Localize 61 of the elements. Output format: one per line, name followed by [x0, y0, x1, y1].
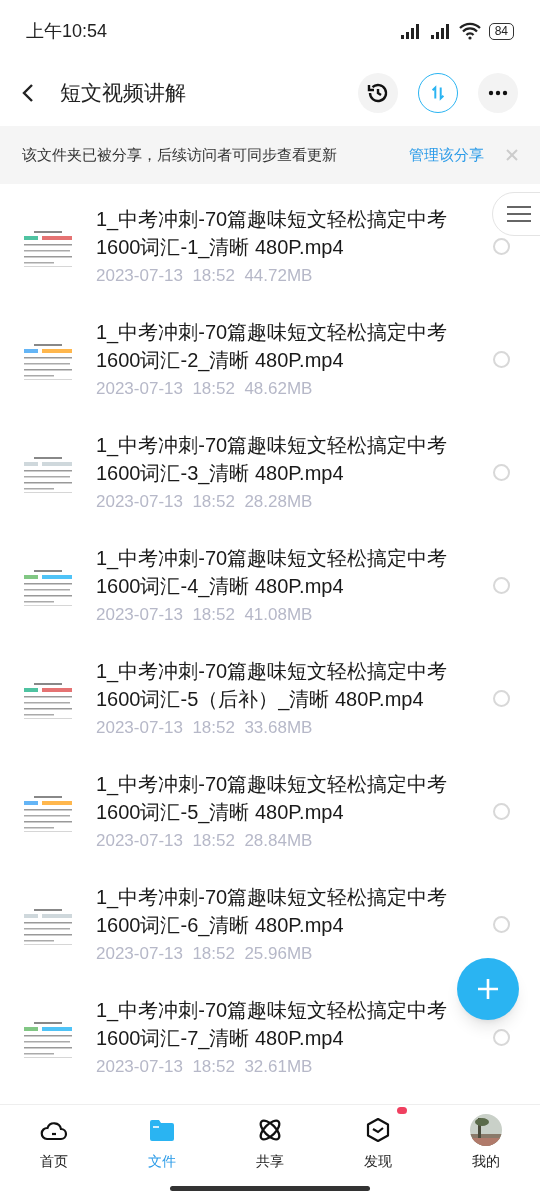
file-name: 1_中考冲刺-70篇趣味短文轻松搞定中考1600词汇-2_清晰 480P.mp4: [96, 319, 449, 374]
menu-icon: [507, 205, 531, 223]
more-button[interactable]: [478, 73, 518, 113]
file-meta: 2023-07-13 18:52 44.72MB: [96, 264, 314, 287]
file-row[interactable]: 1_中考冲刺-70篇趣味短文轻松搞定中考1600词汇-1_清晰 480P.mp4 2023-07-13 18:52 44.72MB: [0, 190, 540, 303]
file-row[interactable]: 1_中考冲刺-70篇趣味短文轻松搞定中考1600词汇-5（后补）_清晰 480P.mp4 2023-07-13 18:52 33.68MB: [0, 642, 540, 755]
file-name: 1_中考冲刺-70篇趣味短文轻松搞定中考1600词汇-5（后补）_清晰 480P.mp4: [96, 658, 449, 713]
file-row[interactable]: 1_中考冲刺-70篇趣味短文轻松搞定中考1600词汇-4_清晰 480P.mp4 2023-07-13 18:52 41.08MB: [0, 529, 540, 642]
select-radio[interactable]: [493, 916, 510, 933]
sort-icon: [429, 84, 447, 102]
file-meta: 2023-07-13 18:52 41.08MB: [96, 603, 314, 626]
wifi-icon: [458, 22, 481, 40]
file-meta: 2023-07-13 18:52 25.96MB: [96, 942, 314, 965]
file-name: 1_中考冲刺-70篇趣味短文轻松搞定中考1600词汇-4_清晰 480P.mp4: [96, 545, 449, 600]
select-radio[interactable]: [493, 351, 510, 368]
plus-icon: [476, 977, 500, 1001]
file-meta: 2023-07-13 18:52 32.61MB: [96, 1055, 314, 1078]
file-name: 1_中考冲刺-70篇趣味短文轻松搞定中考1600词汇-1_清晰 480P.mp4: [96, 206, 449, 261]
file-name: 1_中考冲刺-70篇趣味短文轻松搞定中考1600词汇-6_清晰 480P.mp4: [96, 884, 449, 939]
nav-label: 首页: [40, 1152, 68, 1171]
file-row[interactable]: 1_中考冲刺-70篇趣味短文轻松搞定中考1600词汇-3_清晰 480P.mp4 2023-07-13 18:52 28.28MB: [0, 416, 540, 529]
select-radio[interactable]: [493, 238, 510, 255]
file-row[interactable]: 1_中考冲刺-70篇趣味短文轻松搞定中考1600词汇-7_清晰 480P.mp4 2023-07-13 18:52 32.61MB: [0, 981, 540, 1094]
select-radio[interactable]: [493, 464, 510, 481]
nav-label: 发现: [364, 1152, 392, 1171]
menu-button[interactable]: [492, 192, 540, 236]
more-icon: [488, 90, 508, 96]
file-meta: 2023-07-13 18:52 48.62MB: [96, 377, 314, 400]
page-title: 短文视频讲解: [60, 80, 187, 107]
select-radio[interactable]: [493, 803, 510, 820]
file-meta: 2023-07-13 18:52 28.84MB: [96, 829, 314, 852]
nav-label: 共享: [256, 1152, 284, 1171]
file-name: 1_中考冲刺-70篇趣味短文轻松搞定中考1600词汇-7_清晰 480P.mp4: [96, 997, 449, 1052]
select-radio[interactable]: [493, 577, 510, 594]
close-icon[interactable]: [506, 149, 518, 161]
file-meta: 2023-07-13 18:52 33.68MB: [96, 716, 314, 739]
folder-icon: [149, 1118, 175, 1142]
nav-tab[interactable]: 共享: [216, 1105, 324, 1200]
history-button[interactable]: [358, 73, 398, 113]
nav-tab[interactable]: 我的: [432, 1105, 540, 1200]
file-name: 1_中考冲刺-70篇趣味短文轻松搞定中考1600词汇-5_清晰 480P.mp4: [96, 771, 449, 826]
select-radio[interactable]: [493, 690, 510, 707]
banner-text: 该文件夹已被分享，后续访问者可同步查看更新: [22, 144, 338, 165]
file-row[interactable]: 1_中考冲刺-70篇趣味短文轻松搞定中考1600词汇-6_清晰 480P.mp4 2023-07-13 18:52 25.96MB: [0, 868, 540, 981]
battery-indicator: 84: [488, 22, 514, 40]
back-icon: [22, 83, 34, 103]
add-button[interactable]: [457, 958, 519, 1020]
history-icon: [366, 81, 390, 105]
file-meta: 2023-07-13 18:52 28.28MB: [96, 490, 314, 513]
nav-label: 文件: [148, 1152, 176, 1171]
nav-tab[interactable]: 首页: [0, 1105, 108, 1200]
file-row[interactable]: 1_中考冲刺-70篇趣味短文轻松搞定中考1600词汇-5_清晰 480P.mp4 2023-07-13 18:52 28.84MB: [0, 755, 540, 868]
nav-tab[interactable]: 发现: [324, 1105, 432, 1200]
nav-label: 我的: [472, 1152, 500, 1171]
hexagon-clock-icon: [365, 1117, 391, 1143]
select-radio[interactable]: [493, 1029, 510, 1046]
status-time: 上午10:54: [26, 19, 108, 43]
avatar: [470, 1114, 502, 1146]
file-name: 1_中考冲刺-70篇趣味短文轻松搞定中考1600词汇-3_清晰 480P.mp4: [96, 432, 449, 487]
file-row[interactable]: 1_中考冲刺-70篇趣味短文轻松搞定中考1600词汇-2_清晰 480P.mp4 2023-07-13 18:52 48.62MB: [0, 303, 540, 416]
atom-icon: [257, 1117, 283, 1143]
